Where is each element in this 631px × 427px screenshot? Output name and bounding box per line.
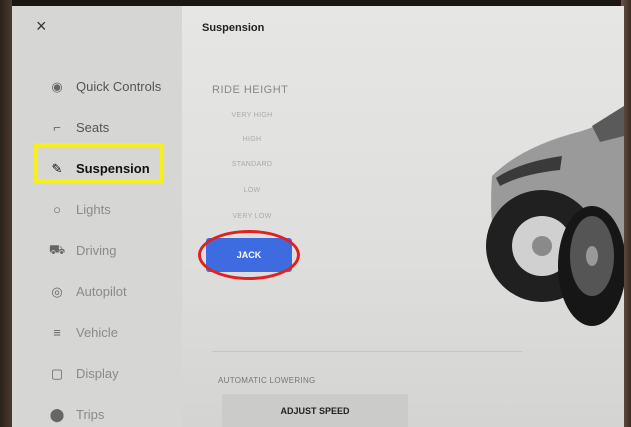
ride-height-option-low[interactable]: LOW (212, 187, 292, 194)
sidebar-item-label: Vehicle (76, 325, 118, 340)
adjust-speed-button[interactable]: ADJUST SPEED (222, 394, 408, 427)
suspension-panel: Suspension RIDE HEIGHT VERY HIGH HIGH ST… (182, 6, 624, 427)
sliders-icon: ≡ (53, 325, 61, 340)
close-icon[interactable]: × (36, 16, 47, 37)
ride-height-option-standard[interactable]: STANDARD (212, 161, 292, 168)
highlight-box-yellow (34, 143, 164, 183)
sidebar-item-label: Autopilot (76, 284, 127, 299)
section-divider (212, 351, 522, 352)
ride-height-option-very-low[interactable]: VERY LOW (212, 213, 292, 220)
bezel-left (0, 0, 12, 427)
sidebar-item-label: Quick Controls (76, 79, 162, 94)
sidebar-item-label: Seats (76, 120, 110, 135)
sidebar-item-trips[interactable]: ⬤ Trips (12, 394, 182, 427)
vehicle-illustration (486, 106, 624, 326)
seat-icon: ⌐ (53, 120, 61, 135)
sidebar-item-label: Lights (76, 202, 111, 217)
quick-controls-icon: ◉ (51, 78, 63, 94)
car-icon: ⛟ (48, 241, 66, 257)
steering-wheel-icon: ◎ (51, 283, 63, 299)
sidebar-item-label: Driving (76, 243, 117, 258)
location-pin-icon: ⬤ (49, 406, 65, 422)
sidebar-item-label: Display (76, 366, 119, 381)
ride-height-option-very-high[interactable]: VERY HIGH (212, 112, 292, 119)
lightbulb-icon: ○ (53, 202, 61, 217)
sidebar-item-driving[interactable]: ⛟ Driving (12, 230, 182, 271)
sidebar-item-autopilot[interactable]: ◎ Autopilot (12, 271, 182, 312)
sidebar-item-seats[interactable]: ⌐ Seats (12, 107, 182, 148)
automatic-lowering-label: AUTOMATIC LOWERING (218, 376, 316, 385)
sidebar-item-vehicle[interactable]: ≡ Vehicle (12, 312, 182, 353)
sidebar-item-display[interactable]: ▢ Display (12, 353, 182, 394)
highlight-circle-red (198, 230, 300, 280)
sidebar-item-label: Trips (76, 407, 105, 422)
sidebar: × ◉ Quick Controls ⌐ Seats ✎ Suspension … (12, 6, 182, 427)
display-icon: ▢ (50, 365, 64, 381)
page-title: Suspension (202, 22, 265, 34)
sidebar-item-lights[interactable]: ○ Lights (12, 189, 182, 230)
sidebar-nav: ◉ Quick Controls ⌐ Seats ✎ Suspension ○ … (12, 66, 182, 427)
ride-height-option-high[interactable]: HIGH (212, 136, 292, 143)
touchscreen: × ◉ Quick Controls ⌐ Seats ✎ Suspension … (12, 6, 624, 427)
ride-height-title: RIDE HEIGHT (212, 84, 289, 96)
sidebar-item-quick-controls[interactable]: ◉ Quick Controls (12, 66, 182, 107)
